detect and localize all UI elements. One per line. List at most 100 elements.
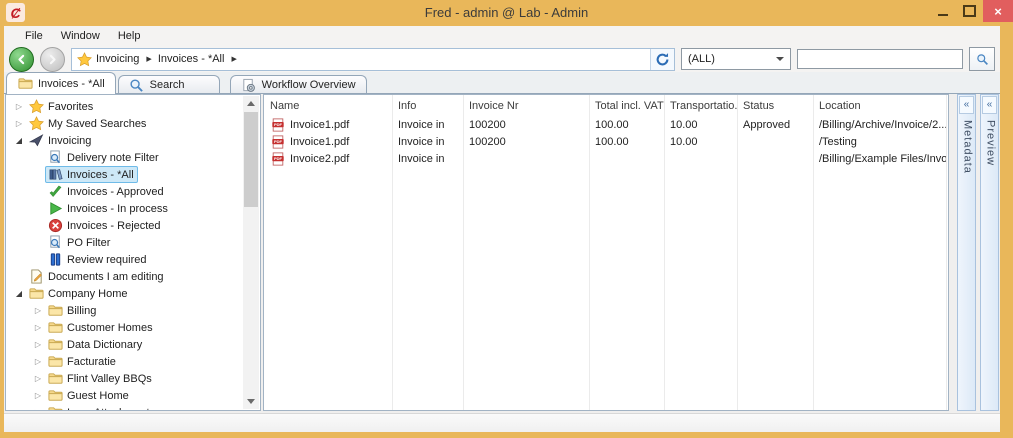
scroll-up-icon[interactable] [243,96,259,111]
tree-scrollbar[interactable] [243,96,259,409]
tree-item[interactable]: Invoices - *All [6,166,243,183]
tree-expander-icon[interactable] [31,374,45,383]
metadata-panel-collapsed[interactable]: « Metadata [957,94,976,411]
pdf-icon: PDF [270,151,286,166]
tree-item[interactable]: Invoicing [6,132,243,149]
tree-item-label: Invoices - *All [67,169,134,181]
folder-icon [47,303,63,318]
breadcrumb-arrow-icon[interactable]: ▶ [144,55,153,63]
tree-item-body: Favorites [26,98,97,115]
tree-expander-icon[interactable] [12,102,26,111]
tree-expander-icon[interactable] [31,357,45,366]
chevron-left-icon: « [987,100,993,110]
tree-expander-icon[interactable] [31,340,45,349]
search-button[interactable] [969,47,995,71]
column-header[interactable]: Transportatio... [664,100,737,112]
toolbar: Invoicing ▶ Invoices - *All ▶ [4,46,1000,72]
preview-panel-collapsed[interactable]: « Preview [980,94,999,411]
tree-item[interactable]: My Saved Searches [6,115,243,132]
tree-expander-icon[interactable] [31,408,45,410]
tree-item[interactable]: Invoices - In process [6,200,243,217]
tree-item[interactable]: Data Dictionary [6,336,243,353]
tree-expander-icon[interactable] [31,306,45,315]
tree-expander-icon[interactable] [12,136,26,145]
tree-item[interactable]: Billing [6,302,243,319]
expand-preview-button[interactable]: « [982,96,997,114]
tree-item[interactable]: Facturatie [6,353,243,370]
tab[interactable]: Workflow Overview [230,75,367,94]
svg-text:PDF: PDF [274,156,283,161]
column-header[interactable]: Name [264,100,392,112]
chevron-left-icon: « [964,100,970,110]
window-title: Fred - admin @ Lab - Admin [120,5,893,20]
tree-item-label: Imap Attachments [67,407,155,411]
cell-transportation: 10.00 [664,119,737,131]
forward-button[interactable] [40,47,65,72]
cell-location: /Billing/Example Files/Invo... [813,153,946,165]
window-controls: × [929,0,1013,22]
expand-metadata-button[interactable]: « [959,96,974,114]
refresh-button[interactable] [650,49,674,70]
tree-expander-icon[interactable] [12,289,26,298]
forward-arrow-icon [46,53,59,66]
scroll-down-icon[interactable] [243,394,259,409]
tree-item-body: PO Filter [45,234,114,251]
tree-item[interactable]: Favorites [6,98,243,115]
tree-item[interactable]: Documents I am editing [6,268,243,285]
tree-item[interactable]: Flint Valley BBQs [6,370,243,387]
back-button[interactable] [9,47,34,72]
filter-dropdown[interactable]: (ALL) [681,48,791,70]
close-button[interactable]: × [983,0,1013,22]
svg-text:PDF: PDF [274,139,283,144]
folder-icon [47,337,63,352]
search-input[interactable] [797,49,963,69]
maximize-button[interactable] [956,0,983,22]
scrollbar-thumb[interactable] [244,112,258,207]
tab-strip: Invoices - *All Search Workflow Overview [4,72,1000,94]
tree-expander-icon[interactable] [31,323,45,332]
tree-item[interactable]: Review required [6,251,243,268]
list-row[interactable]: PDF Invoice2.pdf Invoice in /Billing/Exa… [264,150,948,167]
tree-item-label: Delivery note Filter [67,152,159,164]
folder-icon [47,354,63,369]
column-header[interactable]: Total incl. VAT [589,100,664,112]
tree-item-body: Customer Homes [45,319,157,336]
tree-item[interactable]: PO Filter [6,234,243,251]
tree-item[interactable]: Invoices - Approved [6,183,243,200]
cell-name: PDF Invoice1.pdf [264,134,392,149]
tree-item[interactable]: Guest Home [6,387,243,404]
tree-expander-icon[interactable] [12,119,26,128]
breadcrumb-arrow-icon[interactable]: ▶ [229,55,238,63]
column-header[interactable]: Location [813,100,946,112]
column-header[interactable]: Status [737,100,813,112]
tree-item[interactable]: Delivery note Filter [6,149,243,166]
tree-item-label: Facturatie [67,356,116,368]
breadcrumb-item[interactable]: Invoicing ▶ [94,53,156,65]
tree-expander-icon[interactable] [31,391,45,400]
menu-item[interactable]: File [16,27,52,45]
tree-item[interactable]: Company Home [6,285,243,302]
workflow-icon [241,78,257,93]
tree-item[interactable]: Customer Homes [6,319,243,336]
list-row[interactable]: PDF Invoice1.pdf Invoice in 100200 100.0… [264,133,948,150]
minimize-button[interactable] [929,0,956,22]
tab[interactable]: Search [118,75,220,94]
breadcrumb[interactable]: Invoicing ▶ Invoices - *All ▶ [71,48,675,71]
favorite-star-icon[interactable] [77,52,92,67]
menu-item[interactable]: Help [109,27,150,45]
breadcrumb-item[interactable]: Invoices - *All ▶ [156,53,241,65]
list-row[interactable]: PDF Invoice1.pdf Invoice in 100200 100.0… [264,116,948,133]
play-icon [47,201,63,216]
column-header[interactable]: Invoice Nr [463,100,589,112]
tree-item-body: Review required [45,251,150,268]
refresh-icon [655,52,670,67]
tree-item-body: Imap Attachments [45,404,159,410]
folder-icon [47,388,63,403]
menu-item[interactable]: Window [52,27,109,45]
tab[interactable]: Invoices - *All [6,72,116,94]
tree-item[interactable]: Invoices - Rejected [6,217,243,234]
column-header[interactable]: Info [392,100,463,112]
maximize-icon [963,5,976,17]
tree-item[interactable]: Imap Attachments [6,404,243,410]
tree-item-label: Flint Valley BBQs [67,373,152,385]
